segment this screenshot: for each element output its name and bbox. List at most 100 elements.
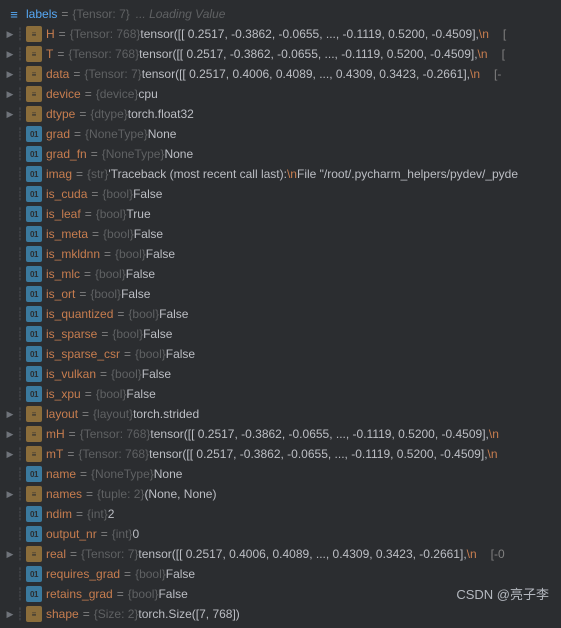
tree-row-is_sparse_csr[interactable]: ┊01is_sparse_csr={bool} False: [0, 344, 561, 364]
tree-row-T[interactable]: ▶┊≡T={Tensor: 768} tensor([[ 0.2517, -0.…: [0, 44, 561, 64]
expand-arrow-icon[interactable]: ▶: [4, 429, 16, 440]
tree-row-H[interactable]: ▶┊≡H={Tensor: 768} tensor([[ 0.2517, -0.…: [0, 24, 561, 44]
var-name: device: [46, 87, 81, 101]
equals: =: [79, 287, 86, 301]
primitive-icon: 01: [26, 466, 42, 482]
equals: =: [76, 507, 83, 521]
var-value: False: [142, 367, 171, 381]
tree-root-row[interactable]: ≡ labels = {Tensor: 7} ... Loading Value: [0, 4, 561, 24]
expand-arrow-icon[interactable]: ▶: [4, 49, 16, 60]
var-name: is_meta: [46, 227, 88, 241]
expand-arrow-icon[interactable]: ▶: [4, 489, 16, 500]
expand-arrow-icon[interactable]: ▶: [4, 409, 16, 420]
object-icon: ≡: [26, 26, 42, 42]
tree-row-shape[interactable]: ▶┊≡shape={Size: 2} torch.Size([7, 768]): [0, 604, 561, 624]
var-type: {bool}: [103, 227, 134, 241]
equals: =: [74, 127, 81, 141]
tree-row-name[interactable]: ┊01name={NoneType} None: [0, 464, 561, 484]
equals: =: [91, 187, 98, 201]
tree-guide: ┊: [16, 247, 24, 261]
expand-arrow-icon[interactable]: ▶: [4, 89, 16, 100]
primitive-icon: 01: [26, 286, 42, 302]
var-value: None: [164, 147, 193, 161]
tree-guide: ┊: [16, 487, 24, 501]
var-value: tensor([[ 0.2517, -0.3862, -0.0655, ...,…: [139, 47, 477, 61]
expand-arrow-icon[interactable]: ▶: [4, 549, 16, 560]
var-type: {device}: [96, 87, 139, 101]
var-value: False: [133, 187, 162, 201]
tree-row-output_nr[interactable]: ┊01output_nr={int} 0: [0, 524, 561, 544]
tree-row-is_vulkan[interactable]: ┊01is_vulkan={bool} False: [0, 364, 561, 384]
tree-row-grad_fn[interactable]: ┊01grad_fn={NoneType} None: [0, 144, 561, 164]
expand-arrow-icon[interactable]: ▶: [4, 69, 16, 80]
tree-row-dtype[interactable]: ▶┊≡dtype={dtype} torch.float32: [0, 104, 561, 124]
tree-row-real[interactable]: ▶┊≡real={Tensor: 7} tensor([[ 0.2517, 0.…: [0, 544, 561, 564]
tree-row-is_leaf[interactable]: ┊01is_leaf={bool} True: [0, 204, 561, 224]
var-name: data: [46, 67, 69, 81]
var-value: False: [121, 287, 150, 301]
primitive-icon: 01: [26, 206, 42, 222]
tree-row-retains_grad[interactable]: ┊01retains_grad={bool} False: [0, 584, 561, 604]
tree-row-is_mkldnn[interactable]: ┊01is_mkldnn={bool} False: [0, 244, 561, 264]
tree-row-data[interactable]: ▶┊≡data={Tensor: 7} tensor([[ 0.2517, 0.…: [0, 64, 561, 84]
var-name: is_xpu: [46, 387, 81, 401]
var-value: False: [166, 567, 195, 581]
escape-seq: \n: [489, 427, 499, 441]
primitive-icon: 01: [26, 526, 42, 542]
equals: =: [86, 487, 93, 501]
tree-guide: ┊: [16, 407, 24, 421]
tree-row-is_meta[interactable]: ┊01is_meta={bool} False: [0, 224, 561, 244]
expand-arrow-icon[interactable]: ▶: [4, 109, 16, 120]
tree-guide: ┊: [16, 427, 24, 441]
tree-row-is_ort[interactable]: ┊01is_ort={bool} False: [0, 284, 561, 304]
tree-row-ndim[interactable]: ┊01ndim={int} 2: [0, 504, 561, 524]
var-name: output_nr: [46, 527, 97, 541]
var-name: grad_fn: [46, 147, 87, 161]
var-name: requires_grad: [46, 567, 120, 581]
primitive-icon: 01: [26, 326, 42, 342]
tree-guide: ┊: [16, 147, 24, 161]
expand-arrow-icon[interactable]: ▶: [4, 29, 16, 40]
expand-arrow-icon[interactable]: ▶: [4, 609, 16, 620]
var-name: is_cuda: [46, 187, 87, 201]
equals: =: [124, 347, 131, 361]
var-value-overflow: [-0: [491, 547, 505, 561]
primitive-icon: 01: [26, 226, 42, 242]
tree-row-layout[interactable]: ▶┊≡layout={layout} torch.strided: [0, 404, 561, 424]
tree-row-is_sparse[interactable]: ┊01is_sparse={bool} False: [0, 324, 561, 344]
var-name: retains_grad: [46, 587, 113, 601]
var-type: {Tensor: 7}: [84, 67, 141, 81]
var-value: 'Traceback (most recent call last):: [108, 167, 287, 181]
tree-row-is_xpu[interactable]: ┊01is_xpu={bool} False: [0, 384, 561, 404]
var-value: None: [148, 127, 177, 141]
expand-arrow-icon[interactable]: ▶: [4, 449, 16, 460]
var-name: is_ort: [46, 287, 75, 301]
var-value: False: [146, 247, 175, 261]
tree-guide: ┊: [16, 467, 24, 481]
var-name: T: [46, 47, 53, 61]
tree-row-is_mlc[interactable]: ┊01is_mlc={bool} False: [0, 264, 561, 284]
var-type: {bool}: [111, 367, 142, 381]
var-type: {Tensor: 768}: [78, 447, 149, 461]
tree-row-requires_grad[interactable]: ┊01requires_grad={bool} False: [0, 564, 561, 584]
tree-row-mH[interactable]: ▶┊≡mH={Tensor: 768} tensor([[ 0.2517, -0…: [0, 424, 561, 444]
equals: =: [67, 447, 74, 461]
tree-row-is_cuda[interactable]: ┊01is_cuda={bool} False: [0, 184, 561, 204]
tree-row-device[interactable]: ▶┊≡device={device} cpu: [0, 84, 561, 104]
equals: =: [101, 527, 108, 541]
object-icon: ≡: [26, 546, 42, 562]
tree-row-imag[interactable]: ┊01imag={str} 'Traceback (most recent ca…: [0, 164, 561, 184]
var-value: tensor([[ 0.2517, 0.4006, 0.4089, ..., 0…: [142, 67, 470, 81]
tree-row-names[interactable]: ▶┊≡names={tuple: 2} (None, None): [0, 484, 561, 504]
object-icon: ≡: [26, 446, 42, 462]
var-name: imag: [46, 167, 72, 181]
tree-guide: ┊: [16, 107, 24, 121]
var-type: {bool}: [90, 287, 121, 301]
tree-row-mT[interactable]: ▶┊≡mT={Tensor: 768} tensor([[ 0.2517, -0…: [0, 444, 561, 464]
tree-guide: ┊: [16, 547, 24, 561]
equals: =: [104, 247, 111, 261]
tree-row-is_quantized[interactable]: ┊01is_quantized={bool} False: [0, 304, 561, 324]
tree-row-grad[interactable]: ┊01grad={NoneType} None: [0, 124, 561, 144]
equals: =: [80, 467, 87, 481]
equals: =: [100, 367, 107, 381]
